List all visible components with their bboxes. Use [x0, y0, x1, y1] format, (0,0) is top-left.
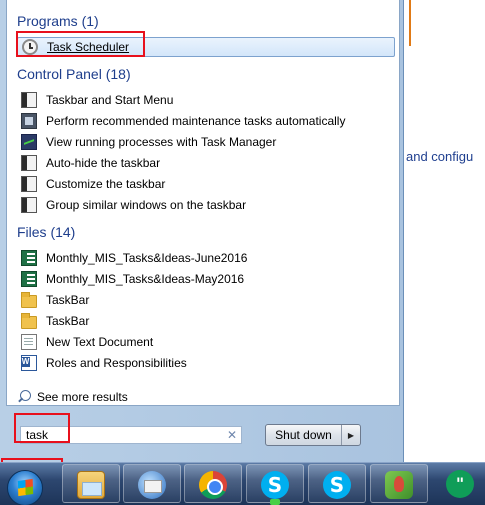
result-label: Auto-hide the taskbar — [46, 156, 161, 170]
clock-icon — [22, 39, 38, 55]
text-document-icon — [21, 334, 37, 350]
start-search-input[interactable] — [20, 426, 242, 444]
taskbar-icon — [21, 155, 37, 171]
document-margin-line — [409, 0, 411, 46]
start-menu: Programs (1) Task Scheduler Control Pane… — [0, 0, 404, 462]
see-more-label: See more results — [37, 390, 128, 404]
chrome-icon — [199, 471, 227, 499]
taskbar-skype[interactable]: S — [308, 464, 366, 503]
skype-icon: S — [323, 471, 351, 499]
see-more-results-link[interactable]: See more results — [17, 388, 128, 406]
result-label: Monthly_MIS_Tasks&Ideas-June2016 — [46, 251, 248, 265]
result-label: TaskBar — [46, 314, 90, 328]
result-label: TaskBar — [46, 293, 90, 307]
result-label: New Text Document — [46, 335, 154, 349]
shutdown-button-group: Shut down ▶ — [265, 424, 361, 446]
programs-group-title[interactable]: Programs (1) — [17, 13, 99, 29]
result-label: Perform recommended maintenance tasks au… — [46, 114, 346, 128]
result-auto-hide-taskbar[interactable]: Auto-hide the taskbar — [17, 153, 395, 173]
taskbar-icon — [21, 92, 37, 108]
taskbar-windows-explorer[interactable] — [62, 464, 120, 503]
background-document: and configu — [404, 0, 485, 462]
result-new-text-document[interactable]: New Text Document — [17, 332, 395, 352]
search-results-pane: Programs (1) Task Scheduler Control Pane… — [6, 0, 400, 406]
taskbar-icon — [21, 197, 37, 213]
clear-search-icon[interactable]: ✕ — [225, 428, 239, 442]
result-label: View running processes with Task Manager — [46, 135, 277, 149]
result-folder-taskbar[interactable]: TaskBar — [17, 290, 395, 310]
result-label: Group similar windows on the taskbar — [46, 198, 247, 212]
result-folder-taskbar[interactable]: TaskBar — [17, 311, 395, 331]
result-label: Customize the taskbar — [46, 177, 166, 191]
thunderbird-icon — [138, 471, 166, 499]
result-taskbar-and-start-menu[interactable]: Taskbar and Start Menu — [17, 90, 395, 110]
result-roles-and-responsibilities[interactable]: Roles and Responsibilities — [17, 353, 395, 373]
folder-icon — [21, 292, 37, 308]
word-icon — [21, 355, 37, 371]
running-indicator — [270, 499, 280, 505]
taskbar-parrot-app[interactable] — [370, 464, 428, 503]
files-group-title[interactable]: Files (14) — [17, 224, 75, 240]
result-file-may2016[interactable]: Monthly_MIS_Tasks&Ideas-May2016 — [17, 269, 395, 289]
start-orb[interactable] — [7, 470, 43, 505]
maintenance-icon — [21, 113, 37, 129]
result-task-manager[interactable]: View running processes with Task Manager — [17, 132, 395, 152]
taskbar-skype-running[interactable]: S — [246, 464, 304, 503]
result-label: Taskbar and Start Menu — [46, 93, 174, 107]
excel-icon — [21, 271, 37, 287]
shutdown-options-arrow-icon[interactable]: ▶ — [342, 425, 360, 445]
skype-icon: S — [261, 471, 289, 499]
taskbar-thunderbird[interactable] — [123, 464, 181, 503]
result-task-scheduler[interactable]: Task Scheduler — [17, 37, 395, 57]
control-panel-group-title[interactable]: Control Panel (18) — [17, 66, 131, 82]
task-manager-icon — [21, 134, 37, 150]
folder-icon — [21, 313, 37, 329]
taskbar-icon — [21, 176, 37, 192]
windows-explorer-icon — [77, 471, 105, 499]
background-document-text: and configu — [406, 149, 474, 164]
result-group-similar-windows[interactable]: Group similar windows on the taskbar — [17, 195, 395, 215]
shutdown-button[interactable]: Shut down — [266, 425, 342, 445]
result-maintenance-tasks[interactable]: Perform recommended maintenance tasks au… — [17, 111, 395, 131]
taskbar-chrome[interactable] — [184, 464, 242, 503]
hangouts-icon[interactable]: " — [446, 470, 474, 498]
excel-icon — [21, 250, 37, 266]
parrot-app-icon — [385, 471, 413, 499]
result-label: Monthly_MIS_Tasks&Ideas-May2016 — [46, 272, 245, 286]
search-icon — [17, 390, 31, 404]
result-customize-taskbar[interactable]: Customize the taskbar — [17, 174, 395, 194]
result-label: Roles and Responsibilities — [46, 356, 187, 370]
result-label: Task Scheduler — [47, 40, 130, 54]
result-file-june2016[interactable]: Monthly_MIS_Tasks&Ideas-June2016 — [17, 248, 395, 268]
